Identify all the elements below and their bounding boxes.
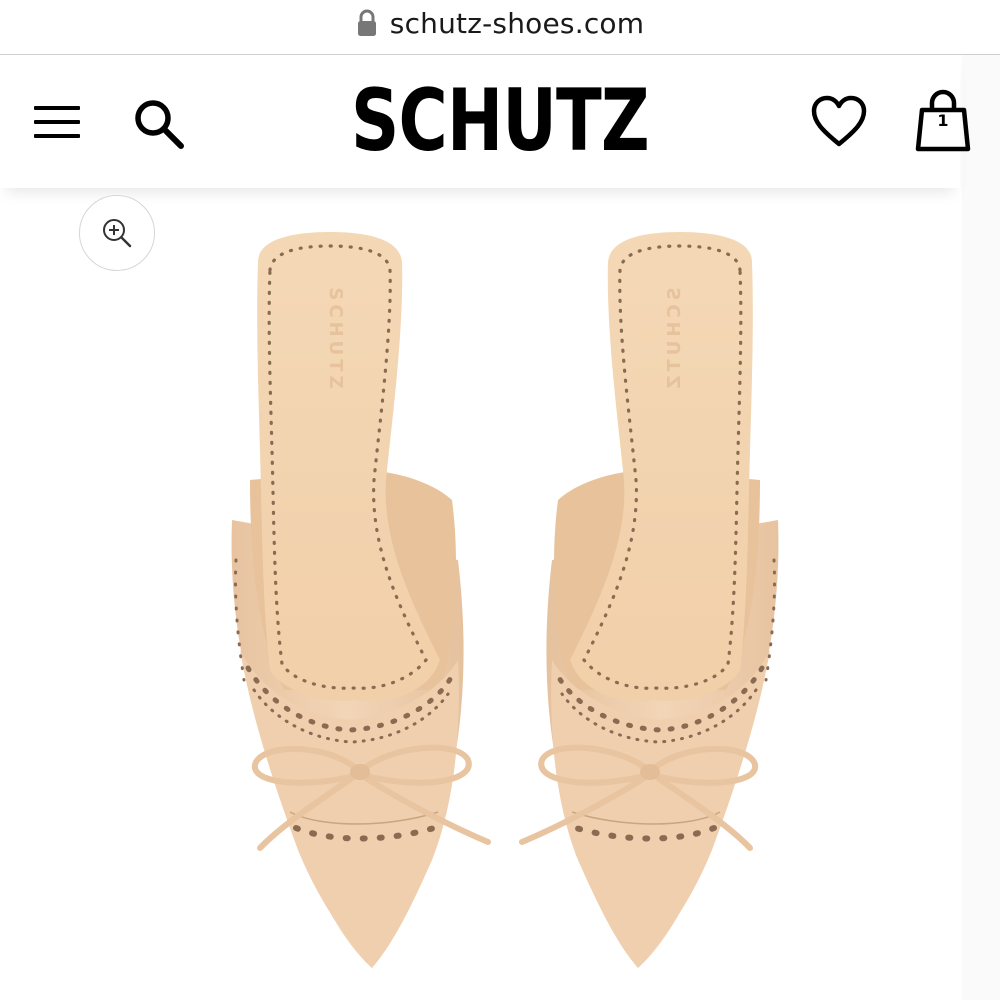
zoom-in-icon [103, 219, 132, 248]
zoom-button[interactable] [79, 195, 155, 271]
search-icon [135, 100, 184, 149]
site-header: SCHUTZ 1 [0, 55, 971, 188]
wishlist-button[interactable] [806, 91, 872, 153]
menu-button[interactable] [28, 99, 86, 145]
heart-icon [811, 95, 867, 147]
bag-button[interactable]: 1 [910, 89, 976, 155]
right-shoe [522, 232, 778, 968]
brand-logo[interactable]: SCHUTZ [280, 71, 720, 171]
left-shoe [232, 232, 488, 968]
brand-logo-text: SCHUTZ [351, 71, 650, 171]
bag-count-badge: 1 [937, 111, 949, 130]
hamburger-menu-icon [34, 106, 80, 138]
search-button[interactable] [128, 93, 190, 155]
